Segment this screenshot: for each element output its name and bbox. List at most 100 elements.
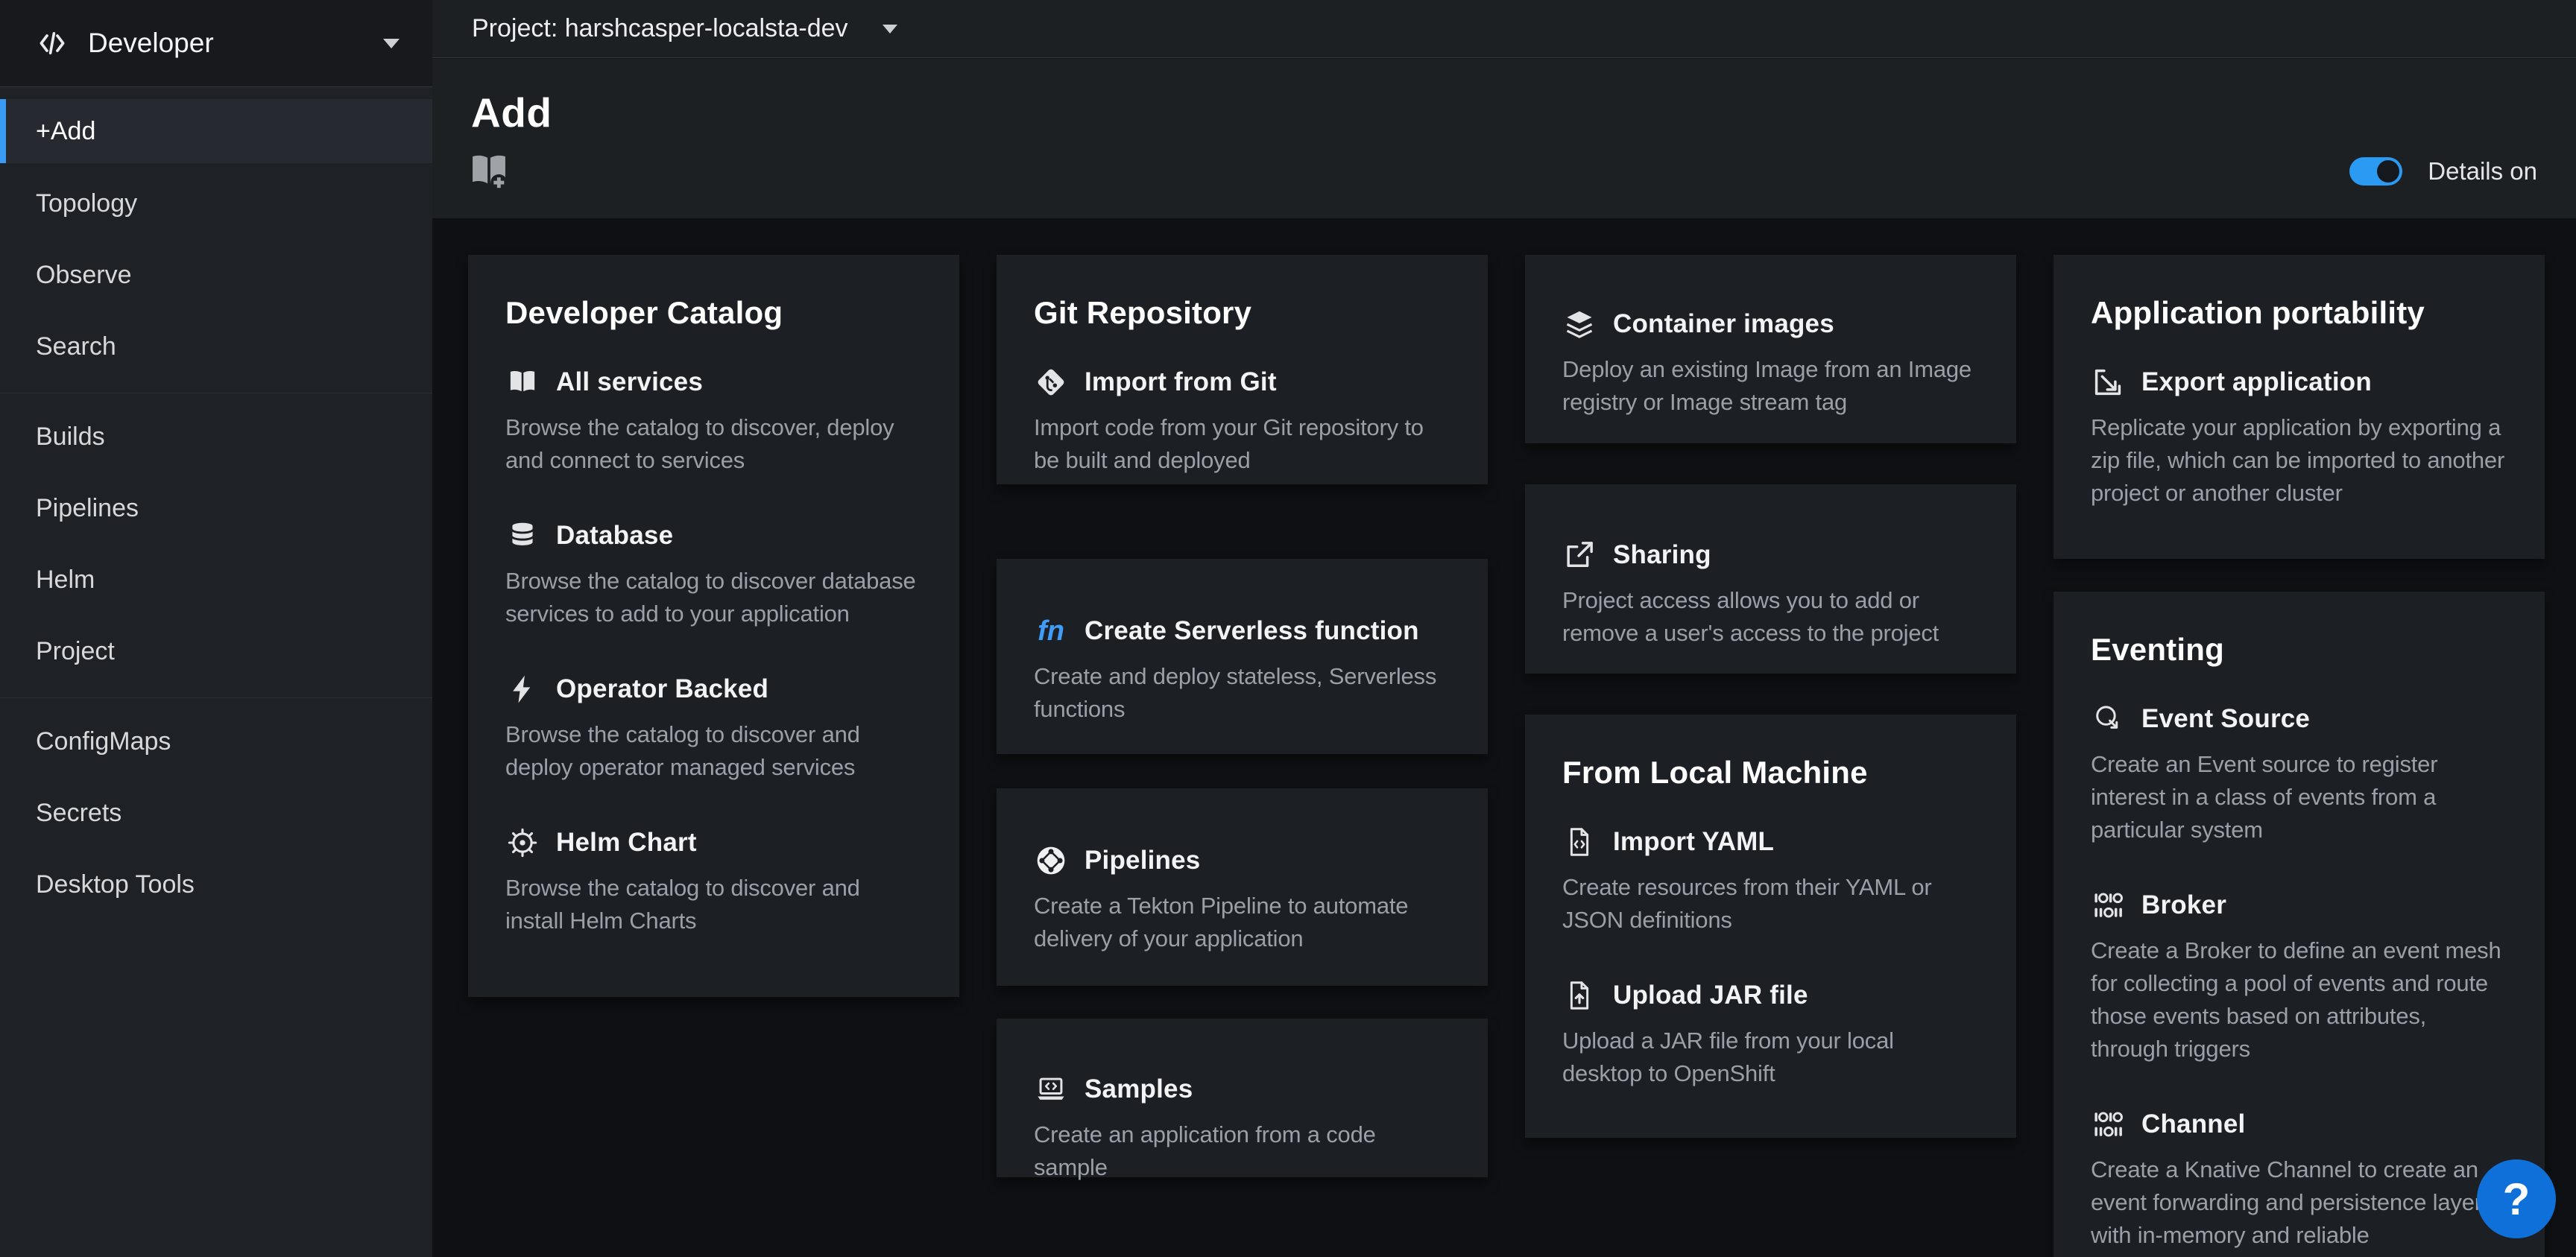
sidebar-item-search[interactable]: Search [0, 311, 432, 382]
page-title: Add [471, 89, 552, 136]
sidebar-item-project[interactable]: Project [0, 615, 432, 687]
list-item: Export application Replicate your applic… [2091, 365, 2507, 510]
list-item: Pipelines Create a Tekton Pipeline to au… [1034, 843, 1450, 955]
add-item-sharing[interactable]: Sharing [1562, 538, 1979, 572]
add-item-upload-jar-file[interactable]: Upload JAR file [1562, 978, 1979, 1013]
card-serverless-function: fn Create Serverless function Create and… [997, 559, 1488, 754]
item-description: Replicate your application by exporting … [2091, 411, 2507, 510]
list-item: All services Browse the catalog to disco… [505, 365, 922, 477]
helm-icon [505, 826, 540, 860]
add-item-container-images[interactable]: Container images [1562, 307, 1979, 341]
item-description: Create a Broker to define an event mesh … [2091, 934, 2507, 1066]
details-toggle-label: Details on [2428, 157, 2537, 186]
nav-group-resources: Builds Pipelines Helm Project [0, 393, 432, 697]
toggle-knob [2377, 160, 2399, 183]
add-item-import-yaml[interactable]: Import YAML [1562, 825, 1979, 859]
add-item-pipelines[interactable]: Pipelines [1034, 843, 1450, 878]
card-title: Application portability [2091, 295, 2507, 331]
sidebar-item-desktop-tools[interactable]: Desktop Tools [0, 849, 432, 920]
project-selector-label: Project: harshcasper-localsta-dev [472, 14, 848, 43]
share-icon [1562, 538, 1597, 572]
chevron-down-icon [883, 25, 897, 34]
sidebar-item-configmaps[interactable]: ConfigMaps [0, 706, 432, 777]
list-item: Import from Git Import code from your Gi… [1034, 365, 1450, 477]
list-item: fn Create Serverless function Create and… [1034, 614, 1450, 726]
item-description: Browse the catalog to discover and insta… [505, 872, 922, 937]
project-selector[interactable]: Project: harshcasper-localsta-dev [432, 0, 2576, 58]
card-title: Eventing [2091, 632, 2507, 668]
item-description: Create resources from their YAML or JSON… [1562, 871, 1979, 937]
fn-icon: fn [1034, 614, 1068, 648]
details-toggle[interactable] [2349, 157, 2402, 186]
layers-icon [1562, 307, 1597, 341]
card-title: From Local Machine [1562, 755, 1979, 791]
sidebar: Developer +Add Topology Observe Search B… [0, 0, 432, 1257]
bolt-icon [505, 672, 540, 706]
add-item-database[interactable]: Database [505, 519, 922, 553]
item-description: Create a Knative Channel to create an ev… [2091, 1153, 2507, 1252]
card-from-local-machine: From Local Machine Import YAML Create re… [1525, 715, 2016, 1138]
chevron-down-icon [383, 39, 400, 48]
list-item: Channel Create a Knative Channel to crea… [2091, 1107, 2507, 1252]
sidebar-item-helm[interactable]: Helm [0, 544, 432, 615]
guided-tour-book-plus-icon[interactable] [468, 150, 510, 191]
export-icon [2091, 365, 2125, 399]
card-eventing: Eventing Event Source Create an Event so… [2053, 592, 2545, 1257]
add-item-channel[interactable]: Channel [2091, 1107, 2507, 1142]
book-icon [505, 365, 540, 399]
add-item-broker[interactable]: Broker [2091, 888, 2507, 922]
question-mark-icon: ? [2503, 1174, 2531, 1225]
sidebar-item-secrets[interactable]: Secrets [0, 777, 432, 849]
list-item: Helm Chart Browse the catalog to discove… [505, 826, 922, 937]
list-item: Sharing Project access allows you to add… [1562, 538, 1979, 650]
list-item: Event Source Create an Event source to r… [2091, 702, 2507, 846]
add-item-operator-backed[interactable]: Operator Backed [505, 672, 922, 706]
event-source-icon [2091, 702, 2125, 736]
list-item: Samples Create an application from a cod… [1034, 1072, 1450, 1184]
add-item-event-source[interactable]: Event Source [2091, 702, 2507, 736]
card-developer-catalog: Developer Catalog All services Browse th… [468, 255, 959, 997]
item-description: Create a Tekton Pipeline to automate del… [1034, 890, 1450, 955]
item-description: Project access allows you to add or remo… [1562, 584, 1979, 650]
list-item: Import YAML Create resources from their … [1562, 825, 1979, 937]
details-toggle-row: Details on [2349, 157, 2537, 186]
code-icon [36, 27, 69, 60]
item-description: Browse the catalog to discover database … [505, 565, 922, 630]
list-item: Database Browse the catalog to discover … [505, 519, 922, 630]
add-item-export-application[interactable]: Export application [2091, 365, 2507, 399]
item-description: Browse the catalog to discover and deplo… [505, 718, 922, 784]
list-item: Operator Backed Browse the catalog to di… [505, 672, 922, 784]
list-item: Container images Deploy an existing Imag… [1562, 307, 1979, 419]
add-item-import-from-git[interactable]: Import from Git [1034, 365, 1450, 399]
nav-group-main: +Add Topology Observe Search [0, 87, 432, 393]
add-item-create-serverless-function[interactable]: fn Create Serverless function [1034, 614, 1450, 648]
file-code-icon [1562, 825, 1597, 859]
add-item-all-services[interactable]: All services [505, 365, 922, 399]
card-application-portability: Application portability Export applicati… [2053, 255, 2545, 559]
add-item-helm-chart[interactable]: Helm Chart [505, 826, 922, 860]
help-button[interactable]: ? [2477, 1159, 2556, 1238]
add-item-samples[interactable]: Samples [1034, 1072, 1450, 1106]
file-upload-icon [1562, 978, 1597, 1013]
add-page-content: Developer Catalog All services Browse th… [432, 218, 2576, 1257]
channel-icon [2091, 1107, 2125, 1142]
nav-group-config: ConfigMaps Secrets Desktop Tools [0, 697, 432, 931]
list-item: Broker Create a Broker to define an even… [2091, 888, 2507, 1066]
pipelines-icon [1034, 843, 1068, 878]
card-sharing: Sharing Project access allows you to add… [1525, 484, 2016, 674]
database-icon [505, 519, 540, 553]
card-samples: Samples Create an application from a cod… [997, 1019, 1488, 1177]
card-git-repository: Git Repository Import from Git Import co… [997, 255, 1488, 484]
sidebar-item-topology[interactable]: Topology [0, 168, 432, 239]
sidebar-item-add[interactable]: +Add [0, 99, 432, 163]
perspective-switcher[interactable]: Developer [0, 0, 432, 87]
sidebar-item-pipelines[interactable]: Pipelines [0, 472, 432, 544]
item-description: Browse the catalog to discover, deploy a… [505, 411, 922, 477]
sidebar-item-builds[interactable]: Builds [0, 401, 432, 472]
page-header: Add Details on [432, 59, 2576, 218]
item-description: Import code from your Git repository to … [1034, 411, 1450, 477]
sidebar-item-observe[interactable]: Observe [0, 239, 432, 311]
item-description: Create an Event source to register inter… [2091, 748, 2507, 846]
item-description: Upload a JAR file from your local deskto… [1562, 1025, 1979, 1090]
list-item: Upload JAR file Upload a JAR file from y… [1562, 978, 1979, 1090]
